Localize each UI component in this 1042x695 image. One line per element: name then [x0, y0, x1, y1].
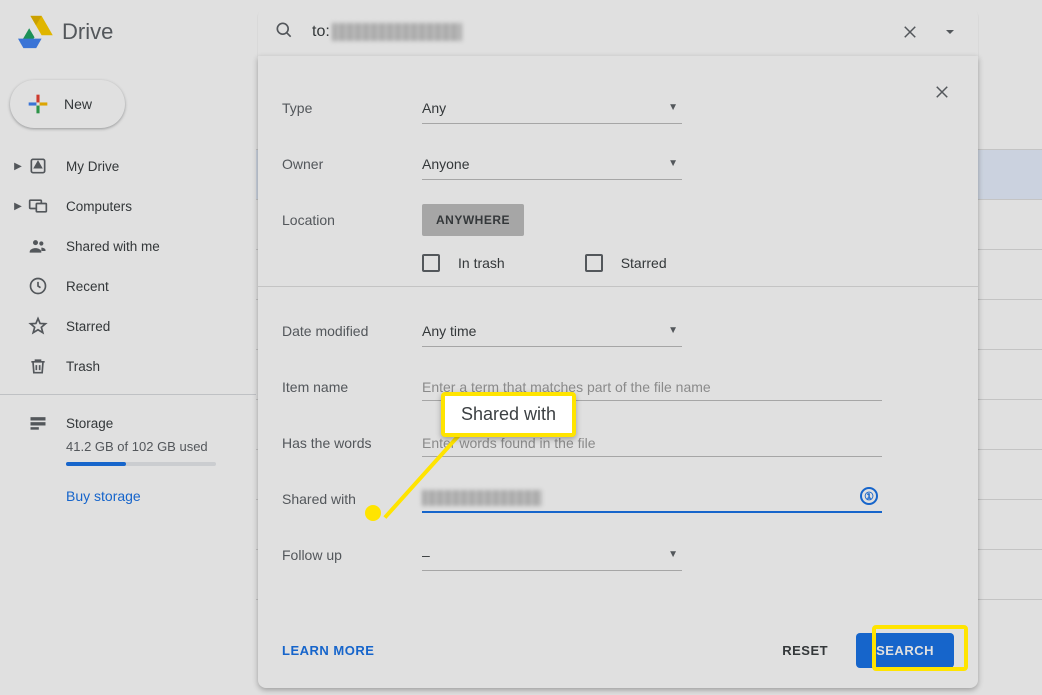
expand-icon[interactable]: ▶ — [12, 161, 24, 172]
sidebar-item-trash[interactable]: Trash — [0, 346, 256, 386]
filter-owner-label: Owner — [282, 156, 422, 172]
filter-follow-up-select[interactable]: – ▼ — [422, 539, 682, 571]
sidebar-item-label: Trash — [66, 359, 100, 374]
sidebar-item-label: My Drive — [66, 159, 119, 174]
sidebar-item-storage[interactable]: Storage — [24, 403, 256, 443]
search-button[interactable]: SEARCH — [856, 633, 954, 668]
expand-icon[interactable]: ▶ — [12, 201, 24, 212]
filter-follow-up-label: Follow up — [282, 547, 422, 563]
filter-owner-value: Anyone — [422, 156, 469, 172]
trash-icon — [24, 356, 52, 376]
storage-used-text: 41.2 GB of 102 GB used — [66, 439, 256, 454]
sidebar-item-label: Computers — [66, 199, 132, 214]
search-icon[interactable] — [274, 20, 294, 45]
filter-has-words-label: Has the words — [282, 435, 422, 451]
annotation-callout-text: Shared with — [461, 404, 556, 424]
storage-progress-bar — [66, 462, 216, 466]
shared-with-redacted-value — [422, 490, 542, 506]
filter-type-select[interactable]: Any ▼ — [422, 92, 682, 124]
location-chip[interactable]: ANYWHERE — [422, 204, 524, 236]
new-button-label: New — [64, 96, 92, 112]
product-name: Drive — [62, 19, 113, 45]
plus-colored-icon — [24, 90, 52, 118]
sidebar-item-label: Recent — [66, 279, 109, 294]
close-panel-button[interactable] — [926, 76, 958, 108]
caret-down-icon: ▼ — [668, 549, 678, 560]
buy-storage-link[interactable]: Buy storage — [66, 488, 256, 504]
caret-down-icon: ▼ — [668, 158, 678, 169]
new-button[interactable]: New — [10, 80, 125, 128]
annotation-dot — [365, 505, 381, 521]
filter-type-label: Type — [282, 100, 422, 116]
shared-with-input[interactable]: ① — [422, 485, 882, 513]
sidebar-item-recent[interactable]: Recent — [0, 266, 256, 306]
search-options-toggle[interactable] — [930, 12, 970, 52]
storage-icon — [24, 413, 52, 433]
sidebar-item-label: Starred — [66, 319, 110, 334]
search-query-redacted-value — [332, 23, 462, 41]
my-drive-icon — [24, 156, 52, 176]
sidebar-item-computers[interactable]: ▶ Computers — [0, 186, 256, 226]
sidebar: New ▶ My Drive ▶ Computers Shared with m… — [0, 64, 256, 695]
sidebar-item-starred[interactable]: Starred — [0, 306, 256, 346]
caret-down-icon: ▼ — [668, 102, 678, 113]
sidebar-item-my-drive[interactable]: ▶ My Drive — [0, 146, 256, 186]
starred-filter-label: Starred — [621, 255, 667, 271]
starred-checkbox[interactable]: Starred — [585, 254, 667, 272]
filter-location-label: Location — [282, 212, 422, 228]
filter-item-name-label: Item name — [282, 379, 422, 395]
caret-down-icon — [944, 26, 956, 38]
filter-type-value: Any — [422, 100, 446, 116]
computers-icon — [24, 196, 52, 216]
star-icon — [24, 316, 52, 336]
filter-date-label: Date modified — [282, 323, 422, 339]
people-icon — [24, 236, 52, 256]
filter-follow-up-value: – — [422, 547, 430, 563]
sidebar-item-label: Shared with me — [66, 239, 160, 254]
search-bar[interactable]: to: — [258, 8, 978, 56]
search-query-prefix: to: — [312, 23, 330, 41]
search-query[interactable]: to: — [312, 23, 890, 41]
sidebar-item-shared-with-me[interactable]: Shared with me — [0, 226, 256, 266]
filter-date-value: Any time — [422, 323, 476, 339]
in-trash-checkbox[interactable]: In trash — [422, 254, 505, 272]
learn-more-link[interactable]: LEARN MORE — [282, 643, 374, 658]
password-manager-icon[interactable]: ① — [860, 487, 878, 505]
close-icon — [933, 83, 951, 101]
clock-icon — [24, 276, 52, 296]
close-icon — [901, 23, 919, 41]
advanced-search-panel: Type Any ▼ Owner Anyone ▼ Location ANYWH… — [258, 56, 978, 688]
drive-logo — [16, 12, 56, 52]
storage-label: Storage — [66, 416, 113, 431]
clear-search-button[interactable] — [890, 12, 930, 52]
checkbox-icon — [585, 254, 603, 272]
checkbox-icon — [422, 254, 440, 272]
filter-owner-select[interactable]: Anyone ▼ — [422, 148, 682, 180]
filter-date-select[interactable]: Any time ▼ — [422, 315, 682, 347]
reset-button[interactable]: RESET — [766, 633, 844, 668]
annotation-callout: Shared with — [441, 392, 576, 437]
caret-down-icon: ▼ — [668, 325, 678, 336]
in-trash-label: In trash — [458, 255, 505, 271]
